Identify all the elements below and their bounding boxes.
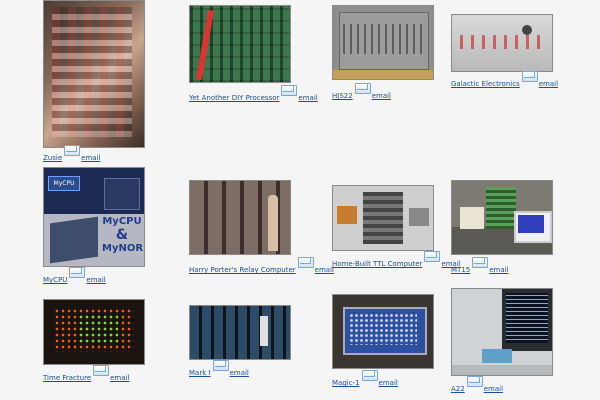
gallery-item-magic-1: Magic-1 email: [332, 294, 434, 388]
item-title-link[interactable]: HJS22: [332, 92, 353, 100]
gallery-item-mark-i: Mark Iemail: [189, 305, 291, 378]
mycpu-title: MyCPU: [102, 216, 142, 227]
thumbnail-time-fracture[interactable]: [43, 299, 145, 365]
email-icon: [93, 365, 110, 376]
gallery-item-diy-processor: Yet Another DIY Processor email: [189, 5, 318, 103]
item-title-link[interactable]: Zusie: [43, 154, 62, 162]
email-icon: [212, 360, 229, 371]
gallery-item-relay-computer: Harry Porter's Relay Computer email: [189, 180, 334, 275]
item-title-link[interactable]: MT15: [451, 266, 470, 274]
email-link[interactable]: email: [353, 83, 391, 101]
email-icon: [472, 257, 489, 268]
email-link[interactable]: email: [520, 71, 558, 89]
thumbnail-hjs22[interactable]: [332, 5, 434, 80]
item-title-link[interactable]: MyCPU: [43, 276, 67, 284]
email-icon: [69, 267, 86, 278]
gallery-item-zusie: Zusie email: [43, 0, 145, 163]
item-title-link[interactable]: Galactic Electronics: [451, 80, 520, 88]
thumbnail-mycpu[interactable]: MyCPU MyCPU & MyNOR: [43, 167, 145, 267]
gallery-item-time-fracture: Time Fracture email: [43, 299, 145, 383]
email-link[interactable]: email: [360, 370, 398, 388]
email-icon: [466, 376, 483, 387]
thumbnail-mt15[interactable]: [451, 180, 553, 255]
email-icon: [521, 71, 538, 82]
email-icon: [424, 251, 441, 262]
gallery-item-a22: A22 email: [451, 288, 553, 394]
email-link[interactable]: email: [62, 145, 100, 163]
email-icon: [361, 370, 378, 381]
email-icon: [354, 83, 371, 94]
mynor-title: MyNOR: [102, 243, 144, 254]
thumbnail-magic-1[interactable]: [332, 294, 434, 369]
item-title-link[interactable]: A22: [451, 385, 465, 393]
email-link[interactable]: email: [296, 257, 334, 275]
thumbnail-a22[interactable]: [451, 288, 553, 376]
email-link[interactable]: email: [211, 360, 249, 378]
item-title-link[interactable]: Magic-1: [332, 379, 360, 387]
email-icon: [281, 85, 298, 96]
email-icon: [297, 257, 314, 268]
gallery-item-hjs22: HJS22 email: [332, 5, 434, 101]
thumbnail-ttl-computer[interactable]: [332, 185, 434, 251]
item-title-link[interactable]: Home-Built TTL Computer: [332, 260, 422, 268]
email-link[interactable]: email: [67, 267, 106, 285]
gallery-item-mt15: MT15 email: [451, 180, 553, 275]
email-icon: [64, 145, 81, 156]
item-title-link[interactable]: Mark I: [189, 369, 211, 377]
email-link[interactable]: email: [91, 365, 129, 383]
gallery-item-galactic-electronics: Galactic Electronics email: [451, 14, 558, 89]
thumbnail-diy-processor[interactable]: [189, 5, 291, 83]
thumbnail-zusie[interactable]: [43, 0, 145, 148]
ampersand-text: &: [115, 227, 129, 243]
item-title-link[interactable]: Harry Porter's Relay Computer: [189, 266, 296, 274]
email-link[interactable]: email: [465, 376, 503, 394]
email-link[interactable]: email: [279, 85, 318, 103]
thumbnail-mark-i[interactable]: [189, 305, 291, 360]
thumbnail-relay-computer[interactable]: [189, 180, 291, 255]
email-link[interactable]: email: [470, 257, 509, 275]
mycpu-badge: MyCPU: [48, 176, 80, 191]
gallery-item-mycpu: MyCPU MyCPU & MyNOR MyCPU email: [43, 167, 145, 285]
item-title-link[interactable]: Yet Another DIY Processor: [189, 94, 279, 102]
thumbnail-galactic-electronics[interactable]: [451, 14, 553, 72]
item-title-link[interactable]: Time Fracture: [43, 374, 91, 382]
gallery-item-ttl-computer: Home-Built TTL Computer email: [332, 185, 461, 269]
